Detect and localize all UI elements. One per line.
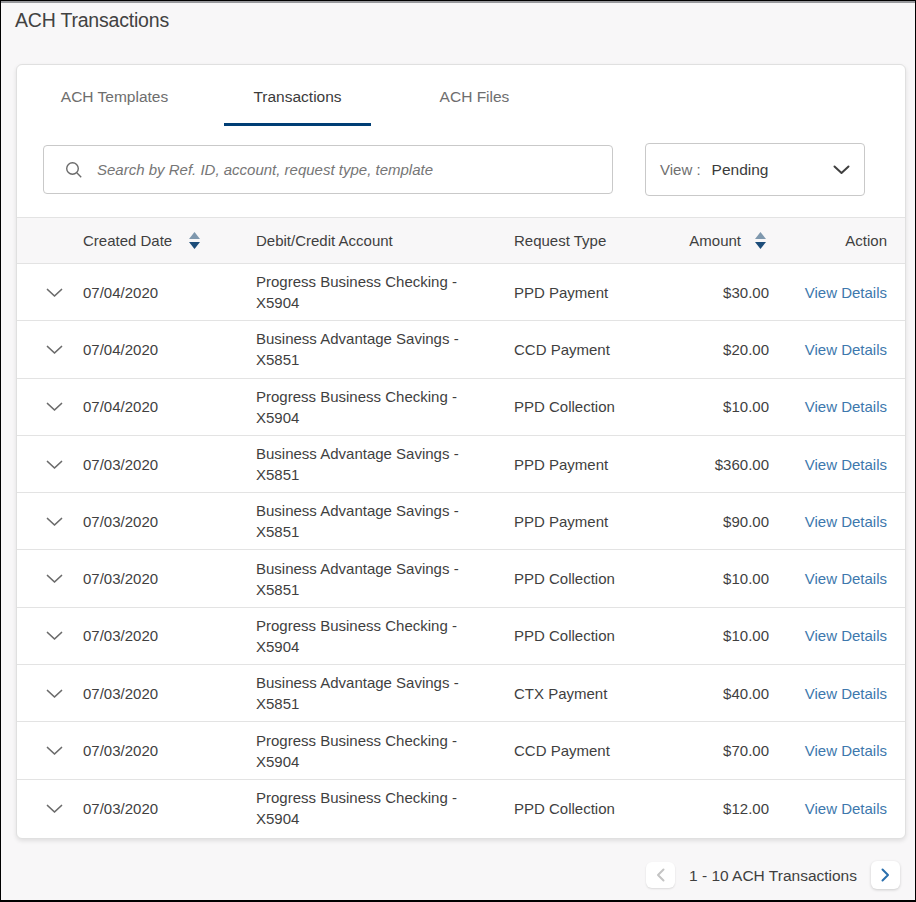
view-details-link[interactable]: View Details bbox=[805, 284, 887, 301]
column-header-action: Action bbox=[769, 218, 905, 264]
view-details-link[interactable]: View Details bbox=[805, 570, 887, 587]
transactions-card: ACH Templates Transactions ACH Files Vie… bbox=[16, 64, 906, 839]
transaction-row: 07/03/2020 Business Advantage Savings - … bbox=[17, 435, 905, 492]
cell-request-type: CCD Payment bbox=[514, 722, 664, 779]
cell-request-type: PPD Payment bbox=[514, 435, 664, 492]
view-filter-label: View : bbox=[660, 161, 701, 178]
transaction-row: 07/03/2020 Progress Business Checking - … bbox=[17, 607, 905, 664]
row-expand-chevron-icon[interactable] bbox=[46, 689, 63, 699]
cell-amount: $20.00 bbox=[664, 321, 769, 378]
cell-request-type: PPD Collection bbox=[514, 607, 664, 664]
column-header-created-date[interactable]: Created Date bbox=[83, 232, 172, 249]
transactions-tbody: 07/04/2020 Progress Business Checking - … bbox=[17, 264, 905, 837]
sort-icon-created-date[interactable] bbox=[188, 231, 201, 250]
cell-created-date: 07/04/2020 bbox=[83, 378, 256, 435]
chevron-right-icon bbox=[881, 868, 890, 882]
cell-account: Progress Business Checking - X5904 bbox=[256, 722, 514, 779]
view-details-link[interactable]: View Details bbox=[805, 513, 887, 530]
cell-amount: $360.00 bbox=[664, 435, 769, 492]
cell-request-type: CTX Payment bbox=[514, 665, 664, 722]
pagination-label: 1 - 10 ACH Transactions bbox=[689, 863, 852, 889]
row-expand-chevron-icon[interactable] bbox=[46, 631, 63, 641]
cell-amount: $70.00 bbox=[664, 722, 769, 779]
view-details-link[interactable]: View Details bbox=[805, 685, 887, 702]
cell-created-date: 07/03/2020 bbox=[83, 722, 256, 779]
cell-account: Progress Business Checking - X5904 bbox=[256, 779, 514, 836]
cell-request-type: PPD Collection bbox=[514, 779, 664, 836]
column-header-amount[interactable]: Amount bbox=[689, 232, 741, 249]
row-expand-chevron-icon[interactable] bbox=[46, 517, 63, 527]
row-expand-chevron-icon[interactable] bbox=[46, 804, 63, 814]
transaction-row: 07/04/2020 Progress Business Checking - … bbox=[17, 378, 905, 435]
cell-created-date: 07/03/2020 bbox=[83, 435, 256, 492]
chevron-left-icon bbox=[656, 868, 665, 882]
row-expand-chevron-icon[interactable] bbox=[46, 345, 63, 355]
transaction-row: 07/03/2020 Business Advantage Savings - … bbox=[17, 665, 905, 722]
tab-bar: ACH Templates Transactions ACH Files bbox=[41, 65, 548, 126]
column-header-request-type: Request Type bbox=[514, 218, 664, 264]
cell-amount: $40.00 bbox=[664, 665, 769, 722]
transaction-row: 07/04/2020 Business Advantage Savings - … bbox=[17, 321, 905, 378]
cell-account: Business Advantage Savings - X5851 bbox=[256, 550, 514, 607]
view-details-link[interactable]: View Details bbox=[805, 398, 887, 415]
row-expand-chevron-icon[interactable] bbox=[46, 460, 63, 470]
chevron-down-icon bbox=[833, 165, 850, 175]
pagination-prev-button[interactable] bbox=[646, 862, 675, 888]
cell-account: Progress Business Checking - X5904 bbox=[256, 378, 514, 435]
transaction-row: 07/04/2020 Progress Business Checking - … bbox=[17, 264, 905, 321]
view-details-link[interactable]: View Details bbox=[805, 627, 887, 644]
cell-account: Progress Business Checking - X5904 bbox=[256, 264, 514, 321]
cell-amount: $10.00 bbox=[664, 378, 769, 435]
search-box[interactable] bbox=[43, 145, 613, 194]
cell-created-date: 07/03/2020 bbox=[83, 493, 256, 550]
table-header: Created Date Debit/Credit Account Reques… bbox=[17, 218, 905, 264]
row-expand-chevron-icon[interactable] bbox=[46, 574, 63, 584]
row-expand-chevron-icon[interactable] bbox=[46, 746, 63, 756]
cell-amount: $10.00 bbox=[664, 607, 769, 664]
search-input[interactable] bbox=[97, 161, 602, 178]
cell-request-type: CCD Payment bbox=[514, 321, 664, 378]
cell-created-date: 07/03/2020 bbox=[83, 550, 256, 607]
pagination-next-button[interactable] bbox=[871, 861, 900, 889]
tab-transactions[interactable]: Transactions bbox=[224, 65, 371, 126]
cell-created-date: 07/04/2020 bbox=[83, 321, 256, 378]
sort-icon-amount[interactable] bbox=[754, 231, 767, 250]
cell-amount: $10.00 bbox=[664, 550, 769, 607]
cell-account: Business Advantage Savings - X5851 bbox=[256, 321, 514, 378]
cell-request-type: PPD Collection bbox=[514, 550, 664, 607]
ach-transactions-page: { "page": { "title": "ACH Transactions" … bbox=[0, 0, 916, 902]
cell-created-date: 07/03/2020 bbox=[83, 607, 256, 664]
view-filter-dropdown[interactable]: View : Pending bbox=[645, 143, 865, 196]
view-details-link[interactable]: View Details bbox=[805, 800, 887, 817]
cell-request-type: PPD Payment bbox=[514, 493, 664, 550]
cell-amount: $30.00 bbox=[664, 264, 769, 321]
transactions-table: Created Date Debit/Credit Account Reques… bbox=[17, 217, 905, 836]
transaction-row: 07/03/2020 Business Advantage Savings - … bbox=[17, 550, 905, 607]
cell-account: Business Advantage Savings - X5851 bbox=[256, 493, 514, 550]
cell-created-date: 07/03/2020 bbox=[83, 665, 256, 722]
transaction-row: 07/03/2020 Progress Business Checking - … bbox=[17, 779, 905, 836]
view-details-link[interactable]: View Details bbox=[805, 456, 887, 473]
cell-amount: $90.00 bbox=[664, 493, 769, 550]
cell-created-date: 07/03/2020 bbox=[83, 779, 256, 836]
cell-amount: $12.00 bbox=[664, 779, 769, 836]
row-expand-chevron-icon[interactable] bbox=[46, 288, 63, 298]
column-header-account: Debit/Credit Account bbox=[256, 218, 514, 264]
cell-account: Business Advantage Savings - X5851 bbox=[256, 435, 514, 492]
tab-ach-templates[interactable]: ACH Templates bbox=[41, 65, 188, 126]
row-expand-chevron-icon[interactable] bbox=[46, 402, 63, 412]
transaction-row: 07/03/2020 Progress Business Checking - … bbox=[17, 722, 905, 779]
cell-account: Business Advantage Savings - X5851 bbox=[256, 665, 514, 722]
view-filter-value: Pending bbox=[712, 161, 769, 179]
transaction-row: 07/03/2020 Business Advantage Savings - … bbox=[17, 493, 905, 550]
search-icon bbox=[65, 161, 83, 179]
view-details-link[interactable]: View Details bbox=[805, 742, 887, 759]
tab-ach-files[interactable]: ACH Files bbox=[401, 65, 548, 126]
view-details-link[interactable]: View Details bbox=[805, 341, 887, 358]
cell-request-type: PPD Collection bbox=[514, 378, 664, 435]
page-title: ACH Transactions bbox=[15, 9, 169, 32]
cell-request-type: PPD Payment bbox=[514, 264, 664, 321]
cell-account: Progress Business Checking - X5904 bbox=[256, 607, 514, 664]
cell-created-date: 07/04/2020 bbox=[83, 264, 256, 321]
